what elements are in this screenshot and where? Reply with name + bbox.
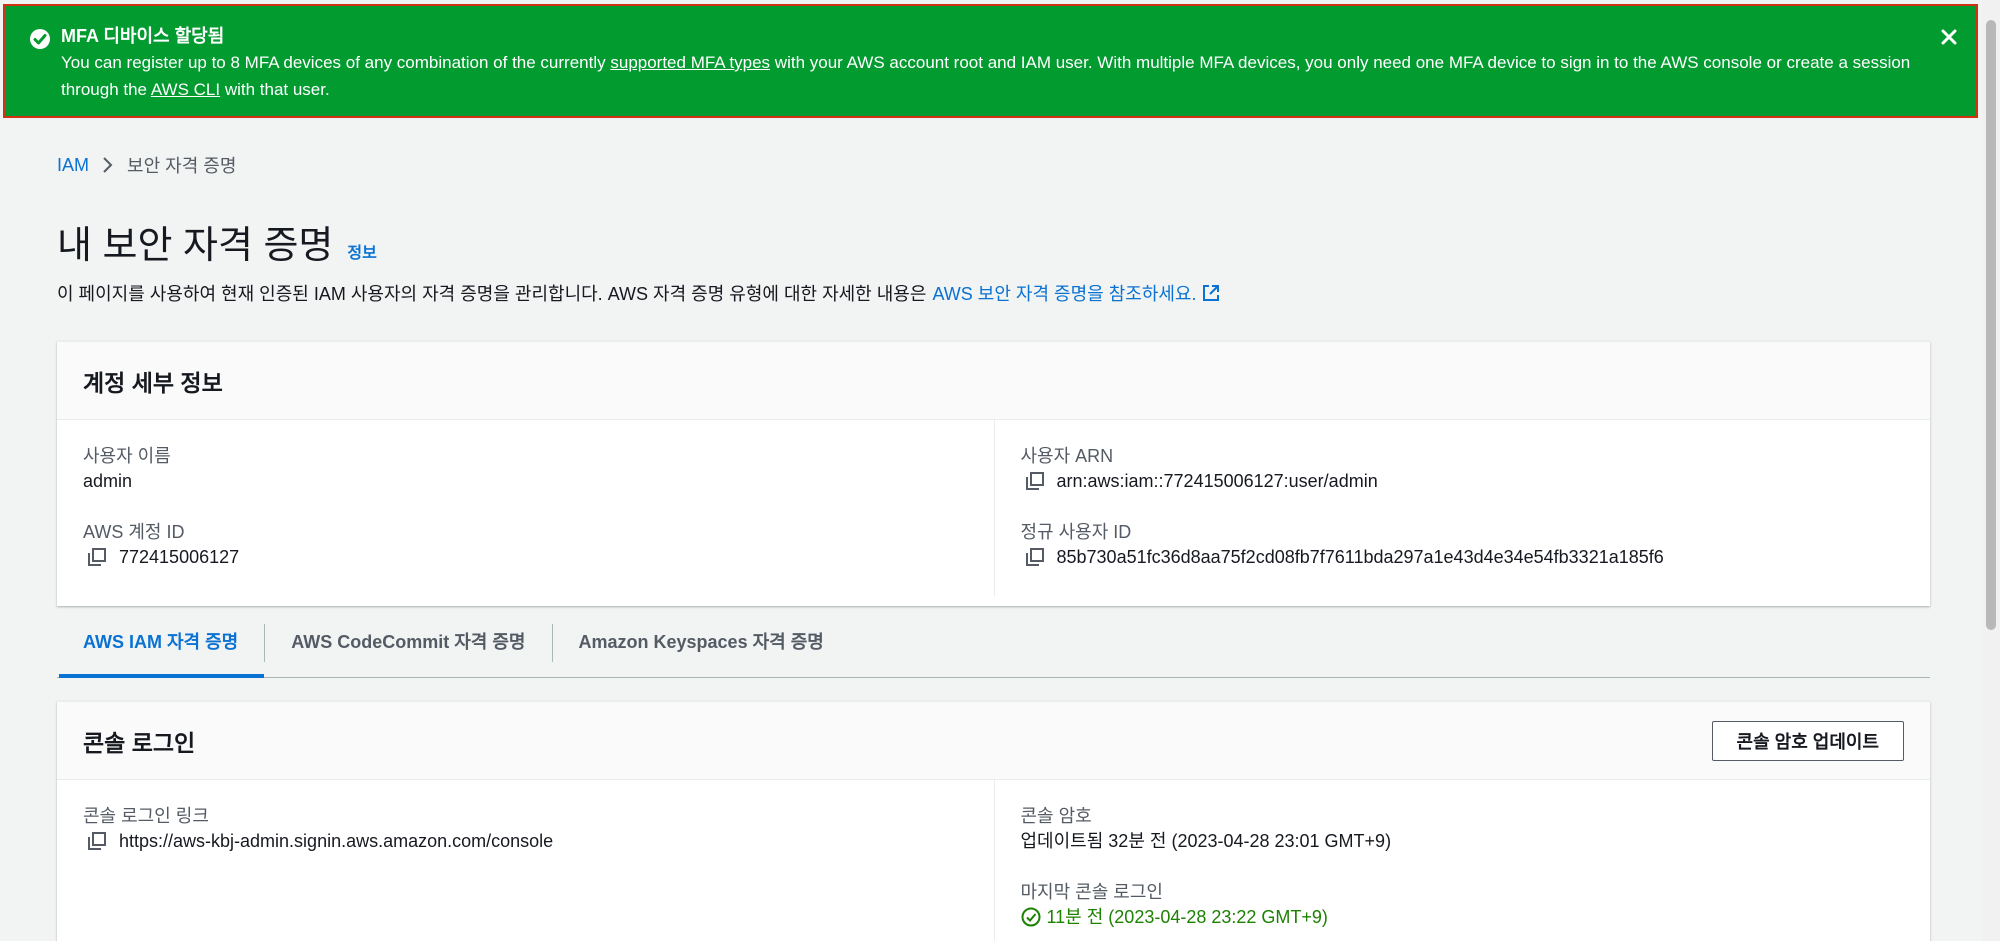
username-value: admin — [83, 471, 133, 491]
canonical-id-value: 85b730a51fc36d8aa75f2cd08fb7f7611bda297a… — [1056, 547, 1664, 567]
account-details-panel: 계정 세부 정보 사용자 이름 admin AWS 계정 ID 77241500… — [57, 341, 1930, 606]
page-title: 내 보안 자격 증명 — [57, 225, 334, 267]
console-password-label: 콘솔 암호 — [1020, 806, 1092, 826]
page-scrollbar[interactable] — [1982, 0, 2000, 941]
copy-icon[interactable] — [87, 547, 107, 567]
tab-iam-credentials[interactable]: AWS IAM 자격 증명 — [57, 612, 265, 678]
security-credentials-docs-link[interactable]: AWS 보안 자격 증명을 참조하세요. — [932, 280, 1196, 306]
info-link[interactable]: 정보 — [347, 239, 376, 263]
page-title-row: 내 보안 자격 증명 정보 — [57, 214, 377, 269]
username-label: 사용자 이름 — [83, 446, 171, 466]
copy-icon[interactable] — [1025, 547, 1045, 567]
supported-mfa-types-link[interactable]: supported MFA types — [610, 53, 770, 72]
page-description: 이 페이지를 사용하여 현재 인증된 IAM 사용자의 자격 증명을 관리합니다… — [57, 280, 1221, 306]
mfa-success-banner: MFA 디바이스 할당됨 You can register up to 8 MF… — [3, 4, 1978, 118]
account-id-label: AWS 계정 ID — [83, 522, 185, 542]
copy-icon[interactable] — [1025, 471, 1045, 491]
tab-codecommit-credentials[interactable]: AWS CodeCommit 자격 증명 — [265, 612, 551, 677]
last-login-value: 11분 전 (2023-04-28 23:22 GMT+9) — [1046, 907, 1328, 927]
credentials-tabs: AWS IAM 자격 증명 AWS CodeCommit 자격 증명 Amazo… — [57, 612, 1930, 678]
breadcrumb-current: 보안 자격 증명 — [127, 156, 237, 176]
last-login-label: 마지막 콘솔 로그인 — [1020, 882, 1163, 902]
banner-message: You can register up to 8 MFA devices of … — [61, 53, 1911, 99]
account-id-value: 772415006127 — [119, 547, 240, 567]
console-password-value: 업데이트됨 32분 전 (2023-04-28 23:01 GMT+9) — [1020, 831, 1392, 851]
check-circle-icon — [1021, 907, 1040, 927]
update-console-password-button[interactable]: 콘솔 암호 업데이트 — [1711, 720, 1904, 761]
console-link-label: 콘솔 로그인 링크 — [83, 806, 209, 826]
console-link-value: https://aws-kbj-admin.signin.aws.amazon.… — [119, 831, 554, 851]
copy-icon[interactable] — [87, 831, 107, 851]
tab-keyspaces-credentials[interactable]: Amazon Keyspaces 자격 증명 — [553, 612, 850, 677]
account-details-title: 계정 세부 정보 — [83, 369, 223, 396]
scrollbar-thumb[interactable] — [1986, 20, 1996, 630]
external-link-icon[interactable] — [1201, 283, 1221, 303]
aws-cli-link[interactable]: AWS CLI — [151, 80, 220, 99]
check-circle-icon — [30, 29, 50, 49]
banner-title: MFA 디바이스 할당됨 — [61, 26, 225, 46]
console-signin-title: 콘솔 로그인 — [83, 729, 196, 756]
close-icon[interactable] — [1938, 26, 1960, 48]
breadcrumb: IAM 보안 자격 증명 — [57, 152, 236, 178]
arn-value: arn:aws:iam::772415006127:user/admin — [1056, 471, 1378, 491]
breadcrumb-iam-link[interactable]: IAM — [57, 155, 89, 176]
console-signin-panel: 콘솔 로그인 콘솔 암호 업데이트 콘솔 로그인 링크 https://aws-… — [57, 701, 1930, 941]
arn-label: 사용자 ARN — [1020, 446, 1114, 466]
chevron-right-icon — [103, 157, 113, 173]
canonical-id-label: 정규 사용자 ID — [1020, 522, 1132, 542]
